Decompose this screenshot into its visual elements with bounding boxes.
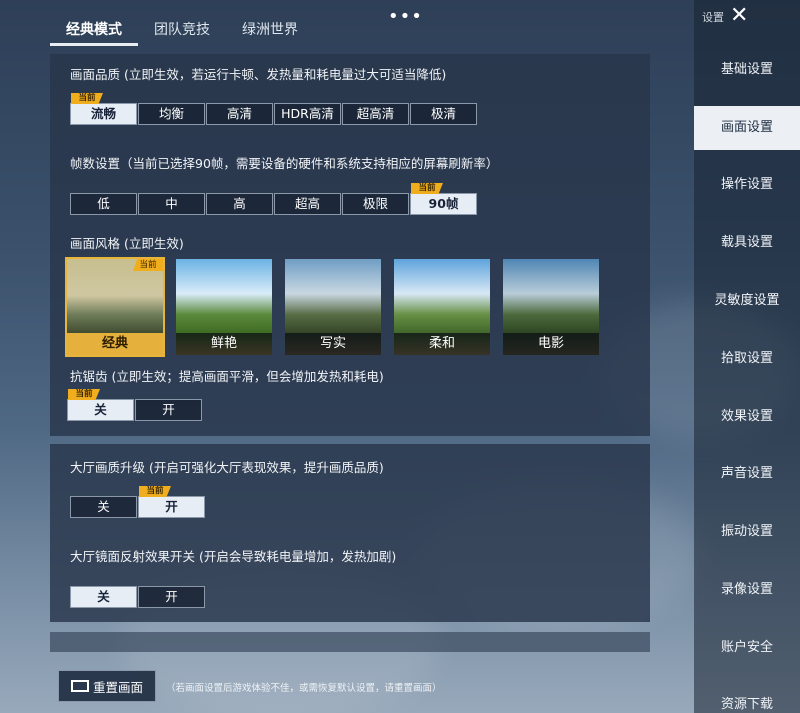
option-label: 90帧 bbox=[428, 196, 459, 211]
tab-team-deathmatch[interactable]: 团队竞技 bbox=[138, 14, 226, 46]
sidebar-item-pickup[interactable]: 拾取设置 bbox=[694, 337, 800, 381]
antialias-option-off[interactable]: 当前 关 bbox=[67, 389, 134, 421]
sidebar-title: 设置 bbox=[702, 11, 724, 24]
style-option-vivid[interactable]: 鲜艳 bbox=[174, 257, 274, 357]
style-label: 电影 bbox=[503, 333, 599, 355]
quality-option-hd[interactable]: 高清 bbox=[206, 103, 273, 125]
sidebar-item-resources[interactable]: 资源下载 bbox=[694, 683, 800, 713]
antialias-option-on[interactable]: 开 bbox=[135, 399, 202, 421]
framerate-title: 帧数设置（当前已选择90帧，需要设备的硬件和系统支持相应的屏幕刷新率） bbox=[70, 156, 499, 171]
next-panel-edge bbox=[50, 632, 650, 652]
style-label: 经典 bbox=[67, 333, 163, 355]
quality-title: 画面品质 (立即生效，若运行卡顿、发热量和耗电量过大可适当降低) bbox=[70, 67, 447, 82]
reset-icon bbox=[70, 680, 89, 692]
framerate-option-medium[interactable]: 中 bbox=[138, 193, 205, 215]
tab-oasis-world[interactable]: 绿洲世界 bbox=[226, 14, 314, 46]
lobby-reflection-option-off[interactable]: 关 bbox=[70, 586, 137, 608]
sidebar-item-vibration[interactable]: 振动设置 bbox=[694, 510, 800, 554]
style-option-soft[interactable]: 柔和 bbox=[392, 257, 492, 357]
reset-note: （若画面设置后游戏体验不佳，或需恢复默认设置，请重置画面） bbox=[166, 683, 442, 694]
quality-option-smooth[interactable]: 当前 流畅 bbox=[70, 93, 137, 125]
sidebar-item-graphics[interactable]: 画面设置 bbox=[694, 106, 800, 150]
style-option-classic[interactable]: 当前 经典 bbox=[65, 257, 165, 357]
antialias-title: 抗锯齿 (立即生效；提高画面平滑，但会增加发热和耗电) bbox=[70, 369, 384, 384]
style-option-cinematic[interactable]: 电影 bbox=[501, 257, 601, 357]
style-option-realistic[interactable]: 写实 bbox=[283, 257, 383, 357]
style-label: 柔和 bbox=[394, 333, 490, 355]
more-options-button[interactable]: ••• bbox=[388, 6, 423, 27]
sidebar-item-effects[interactable]: 效果设置 bbox=[694, 395, 800, 439]
framerate-option-90fps[interactable]: 当前 90帧 bbox=[410, 183, 477, 215]
lobby-quality-title: 大厅画质升级 (开启可强化大厅表现效果，提升画质品质) bbox=[70, 460, 384, 475]
style-options: 当前 经典 鲜艳 写实 柔和 电影 bbox=[65, 257, 610, 357]
quality-option-ultra-hd[interactable]: 超高清 bbox=[342, 103, 409, 125]
current-badge: 当前 bbox=[411, 183, 443, 194]
current-badge: 当前 bbox=[139, 486, 171, 497]
current-badge: 当前 bbox=[71, 93, 103, 104]
option-label: 流畅 bbox=[90, 106, 116, 121]
mode-tabs: 经典模式 团队竞技 绿洲世界 bbox=[50, 14, 314, 46]
lobby-reflection-options: 关 开 bbox=[70, 586, 206, 608]
lobby-quality-options: 关 当前 开 bbox=[70, 486, 206, 518]
lobby-reflection-title: 大厅镜面反射效果开关 (开启会导致耗电量增加，发热加剧) bbox=[70, 549, 397, 564]
quality-option-extreme[interactable]: 极清 bbox=[410, 103, 477, 125]
reset-label: 重置画面 bbox=[92, 679, 143, 695]
tab-classic-mode[interactable]: 经典模式 bbox=[50, 14, 138, 46]
lobby-reflection-option-on[interactable]: 开 bbox=[138, 586, 205, 608]
sidebar-item-recording[interactable]: 录像设置 bbox=[694, 568, 800, 612]
framerate-option-low[interactable]: 低 bbox=[70, 193, 137, 215]
quality-option-balanced[interactable]: 均衡 bbox=[138, 103, 205, 125]
lobby-quality-option-on[interactable]: 当前 开 bbox=[138, 486, 205, 518]
style-title: 画面风格 (立即生效) bbox=[70, 236, 184, 251]
current-badge: 当前 bbox=[68, 389, 100, 400]
sidebar-item-sensitivity[interactable]: 灵敏度设置 bbox=[694, 279, 800, 323]
style-label: 鲜艳 bbox=[176, 333, 272, 355]
reset-graphics-button[interactable]: 重置画面 bbox=[58, 670, 156, 702]
current-badge: 当前 bbox=[133, 259, 163, 271]
close-icon[interactable]: ✕ bbox=[730, 3, 748, 29]
framerate-options: 低 中 高 超高 极限 当前 90帧 bbox=[70, 183, 478, 215]
option-label: 开 bbox=[165, 499, 178, 514]
antialias-options: 当前 关 开 bbox=[67, 389, 203, 421]
sidebar-item-account[interactable]: 账户安全 bbox=[694, 626, 800, 670]
quality-options: 当前 流畅 均衡 高清 HDR高清 超高清 极清 bbox=[70, 93, 478, 125]
quality-option-hdr[interactable]: HDR高清 bbox=[274, 103, 341, 125]
sidebar-item-basic[interactable]: 基础设置 bbox=[694, 48, 800, 92]
sidebar-item-controls[interactable]: 操作设置 bbox=[694, 163, 800, 207]
style-label: 写实 bbox=[285, 333, 381, 355]
framerate-option-extreme[interactable]: 极限 bbox=[342, 193, 409, 215]
option-label: 关 bbox=[94, 402, 107, 417]
sidebar-item-vehicle[interactable]: 载具设置 bbox=[694, 221, 800, 265]
framerate-option-ultra[interactable]: 超高 bbox=[274, 193, 341, 215]
sidebar-item-sound[interactable]: 声音设置 bbox=[694, 452, 800, 496]
framerate-option-high[interactable]: 高 bbox=[206, 193, 273, 215]
lobby-quality-option-off[interactable]: 关 bbox=[70, 496, 137, 518]
